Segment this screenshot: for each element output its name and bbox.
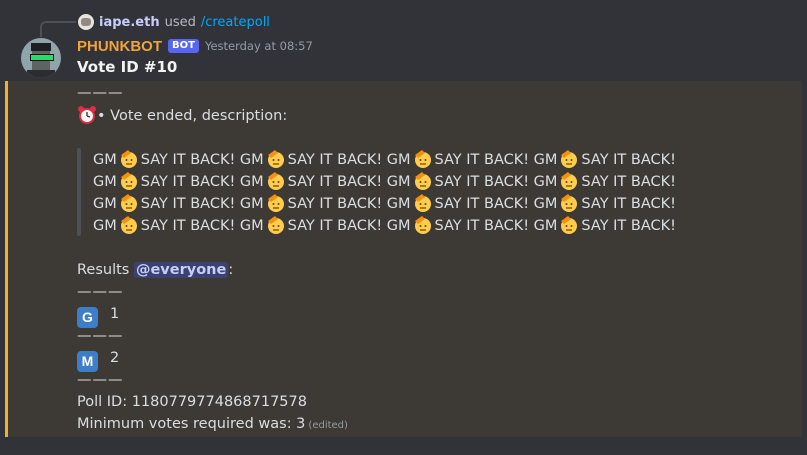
description-segment: SAY IT BACK! GM	[287, 152, 411, 168]
separator: ———	[77, 328, 124, 344]
description-segment: GM	[93, 218, 117, 234]
description-segment: SAY IT BACK! GM	[434, 152, 558, 168]
description-segment: SAY IT BACK!	[581, 196, 676, 212]
poll-id: Poll ID: 1180779774868717578	[77, 394, 307, 410]
description-segment: SAY IT BACK! GM	[287, 174, 411, 190]
separator: ———	[77, 284, 124, 300]
saluting-face-icon	[414, 150, 431, 168]
reply-username[interactable]: iape.eth	[99, 15, 160, 30]
description-segment: SAY IT BACK! GM	[140, 218, 264, 234]
description-line: GM SAY IT BACK! GM SAY IT BACK! GM SAY IT B…	[93, 149, 676, 171]
message-title: Vote ID #10	[77, 58, 178, 76]
saluting-face-icon	[120, 216, 137, 234]
description-line: GM SAY IT BACK! GM SAY IT BACK! GM SAY IT B…	[93, 193, 676, 215]
result-count-g: 1	[110, 306, 120, 322]
author-name[interactable]: PHUNKBOT	[77, 38, 162, 55]
saluting-face-icon	[414, 216, 431, 234]
saluting-face-icon	[414, 194, 431, 212]
description-line: GM SAY IT BACK! GM SAY IT BACK! GM SAY IT B…	[93, 215, 676, 237]
reply-command[interactable]: /createpoll	[201, 15, 270, 30]
saluting-face-icon	[267, 172, 284, 190]
saluting-face-icon	[120, 150, 137, 168]
timestamp[interactable]: Yesterday at 08:57	[205, 39, 313, 53]
saluting-face-icon	[561, 150, 578, 168]
reply-avatar[interactable]	[78, 14, 94, 30]
results-label: Results	[77, 262, 130, 278]
min-votes-text: Minimum votes required was: 3	[77, 416, 306, 432]
avatar[interactable]	[21, 38, 61, 78]
reply-used-text: used	[164, 14, 196, 30]
blockquote-bar	[77, 148, 81, 236]
min-votes-line: Minimum votes required was: 3 (edited)	[77, 413, 348, 437]
reply-reference[interactable]: iape.eth used /createpoll	[78, 13, 270, 31]
saluting-face-icon	[120, 194, 137, 212]
description-segment: GM	[93, 196, 117, 212]
description-segment: SAY IT BACK! GM	[434, 174, 558, 190]
results-line: Results @everyone:	[77, 259, 233, 281]
results-colon: :	[228, 262, 234, 278]
saluting-face-icon	[267, 216, 284, 234]
edited-label: (edited)	[308, 420, 348, 431]
description-segment: SAY IT BACK! GM	[434, 196, 558, 212]
reply-connector	[40, 21, 76, 37]
description-segment: SAY IT BACK!	[581, 218, 676, 234]
description-segment: SAY IT BACK! GM	[287, 196, 411, 212]
description-segment: SAY IT BACK! GM	[140, 174, 264, 190]
description-segment: GM	[93, 174, 117, 190]
saluting-face-icon	[561, 172, 578, 190]
description-segment: SAY IT BACK!	[581, 174, 676, 190]
description-segment: SAY IT BACK!	[581, 152, 676, 168]
status-text: • Vote ended, description:	[97, 108, 288, 124]
message-header: PHUNKBOT BOT Yesterday at 08:57	[77, 36, 313, 56]
saluting-face-icon	[561, 194, 578, 212]
description-segment: SAY IT BACK! GM	[287, 218, 411, 234]
result-count-m: 2	[110, 350, 120, 366]
saluting-face-icon	[120, 172, 137, 190]
alarm-clock-icon	[78, 106, 96, 124]
description-segment: GM	[93, 152, 117, 168]
saluting-face-icon	[267, 150, 284, 168]
saluting-face-icon	[267, 194, 284, 212]
separator: ———	[77, 85, 124, 101]
everyone-mention[interactable]: @everyone	[133, 262, 229, 278]
saluting-face-icon	[414, 172, 431, 190]
status-line: • Vote ended, description:	[77, 105, 287, 127]
description-segment: SAY IT BACK! GM	[434, 218, 558, 234]
separator: ———	[77, 372, 124, 388]
bot-tag: BOT	[168, 39, 199, 53]
description-line: GM SAY IT BACK! GM SAY IT BACK! GM SAY IT B…	[93, 171, 676, 193]
description-segment: SAY IT BACK! GM	[140, 152, 264, 168]
saluting-face-icon	[561, 216, 578, 234]
description-segment: SAY IT BACK! GM	[140, 196, 264, 212]
